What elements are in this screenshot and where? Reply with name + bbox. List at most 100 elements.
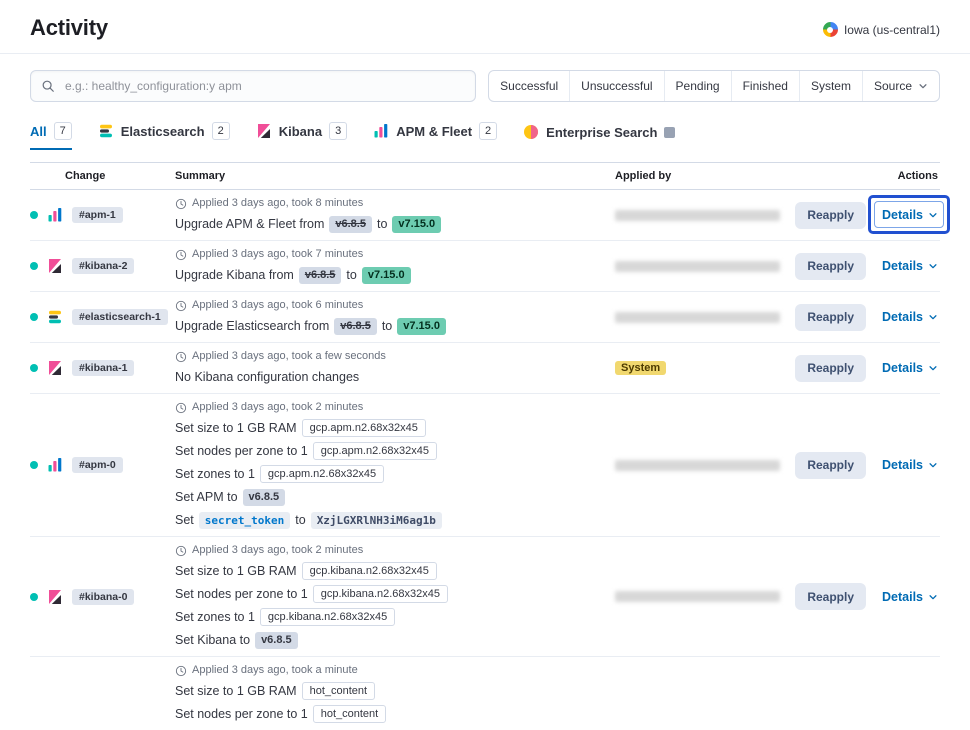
summary-text: No Kibana configuration changes [175,369,359,386]
summary-badge: gcp.kibana.n2.68x32x45 [302,562,437,580]
tab-enterprise-search[interactable]: Enterprise Search [523,124,675,150]
content-area: SuccessfulUnsuccessfulPendingFinished Sys… [0,70,970,730]
filter-source-dropdown[interactable]: Source [862,71,939,101]
summary-badge: hot_content [302,682,376,700]
redacted-user [615,591,780,602]
region-selector[interactable]: Iowa (us-central1) [823,22,940,37]
details-button[interactable]: Details [882,310,938,324]
summary-line: Set zones to 1gcp.kibana.n2.68x32x45 [175,608,599,626]
details-button[interactable]: Details [882,361,938,375]
system-badge: System [615,361,666,375]
actions-cell: ReapplyDetails [800,202,940,229]
details-label: Details [882,208,923,222]
details-button[interactable]: Details [882,259,938,273]
search-input[interactable] [63,78,465,94]
actions-cell: ReapplyDetails [800,452,940,479]
clock-icon [175,402,187,414]
status-dot [30,211,38,219]
status-dot [30,364,38,372]
activity-row: #apm-1Applied 3 days ago, took 8 minutes… [30,190,940,240]
filter-source-label: Source [874,79,912,93]
summary-badge: v6.8.5 [243,489,286,506]
summary-text: to [377,216,387,233]
tab-label: Kibana [279,124,322,139]
change-cell: #kibana-2 [30,258,175,274]
change-cell: #kibana-1 [30,360,175,376]
actions-cell: ReapplyDetails [800,253,940,280]
applied-by-cell [615,210,800,221]
change-id-badge: #kibana-0 [72,589,134,605]
filter-label: System [811,79,851,93]
tab-apm-fleet[interactable]: APM & Fleet2 [373,122,497,150]
applied-by-cell: System [615,360,800,376]
reapply-button[interactable]: Reapply [795,583,866,610]
summary-line: Set nodes per zone to 1gcp.apm.n2.68x32x… [175,442,599,460]
applied-by-cell [615,460,800,471]
details-wrap: Details [882,310,938,324]
reapply-button[interactable]: Reapply [795,253,866,280]
change-id-badge: #elasticsearch-1 [72,309,168,325]
filter-unsuccessful[interactable]: Unsuccessful [569,71,663,101]
summary-text: Set nodes per zone to 1 [175,586,308,603]
reapply-button[interactable]: Reapply [795,304,866,331]
applied-time: Applied 3 days ago, took 2 minutes [175,544,599,557]
filter-finished[interactable]: Finished [731,71,799,101]
tab-elasticsearch[interactable]: Elasticsearch2 [98,122,230,150]
summary-line: Upgrade Elasticsearch fromv6.8.5tov7.15.… [175,317,599,335]
applied-time: Applied 3 days ago, took 2 minutes [175,401,599,414]
clock-icon [175,249,187,261]
reapply-button[interactable]: Reapply [795,452,866,479]
details-button[interactable]: Details [882,458,938,472]
tab-kibana[interactable]: Kibana3 [256,122,347,150]
enterprise-search-icon [523,124,539,140]
activity-row: #apm-0Applied 3 days ago, took 2 minutes… [30,393,940,536]
gcp-logo-icon [823,22,838,37]
redacted-user [615,312,780,323]
change-id-badge: #kibana-2 [72,258,134,274]
summary-text: Upgrade APM & Fleet from [175,216,324,233]
tabs: All7Elasticsearch2Kibana3APM & Fleet2Ent… [30,122,940,150]
summary-text: Upgrade Elasticsearch from [175,318,329,335]
summary-text: Set size to 1 GB RAM [175,563,297,580]
tab-label: Elasticsearch [121,124,205,139]
summary-line: Set Kibana tov6.8.5 [175,631,599,649]
filter-successful[interactable]: Successful [489,71,569,101]
actions-cell: ReapplyDetails [800,583,940,610]
applied-time: Applied 3 days ago, took 6 minutes [175,299,599,312]
reapply-button[interactable]: Reapply [795,202,866,229]
applied-time-text: Applied 3 days ago, took 2 minutes [192,401,363,414]
reapply-button[interactable]: Reapply [795,355,866,382]
details-label: Details [882,259,923,273]
summary-text: Set APM to [175,489,238,506]
summary-line: Upgrade Kibana fromv6.8.5tov7.15.0 [175,266,599,284]
filter-system[interactable]: System [799,71,862,101]
tab-label: All [30,124,47,139]
status-dot [30,593,38,601]
summary-badge: gcp.apm.n2.68x32x45 [313,442,437,460]
details-wrap: Details [882,590,938,604]
applied-time: Applied 3 days ago, took a minute [175,664,599,677]
summary-line: Upgrade APM & Fleet fromv6.8.5tov7.15.0 [175,215,599,233]
summary-text: Set zones to 1 [175,466,255,483]
applied-by-cell [615,261,800,272]
summary-text: Set zones to 1 [175,609,255,626]
applied-time-text: Applied 3 days ago, took 2 minutes [192,544,363,557]
summary-text: to [295,512,305,529]
change-id-badge: #apm-1 [72,207,123,223]
chevron-down-icon [928,210,938,220]
summary-badge: gcp.apm.n2.68x32x45 [302,419,426,437]
details-button[interactable]: Details [882,590,938,604]
redacted-user [615,210,780,221]
tab-count-badge: 2 [479,122,497,140]
filter-pending[interactable]: Pending [664,71,731,101]
activity-row: #kibana-2Applied 3 days ago, took 7 minu… [30,240,940,291]
summary-badge: secret_token [199,512,290,529]
change-id-badge: #kibana-1 [72,360,134,376]
clock-icon [175,300,187,312]
status-dot [30,262,38,270]
page-header: Activity Iowa (us-central1) [0,0,970,54]
chevron-down-icon [928,592,938,602]
summary-badge: v6.8.5 [299,267,342,284]
details-button[interactable]: Details [882,208,938,222]
tab-all[interactable]: All7 [30,122,72,150]
